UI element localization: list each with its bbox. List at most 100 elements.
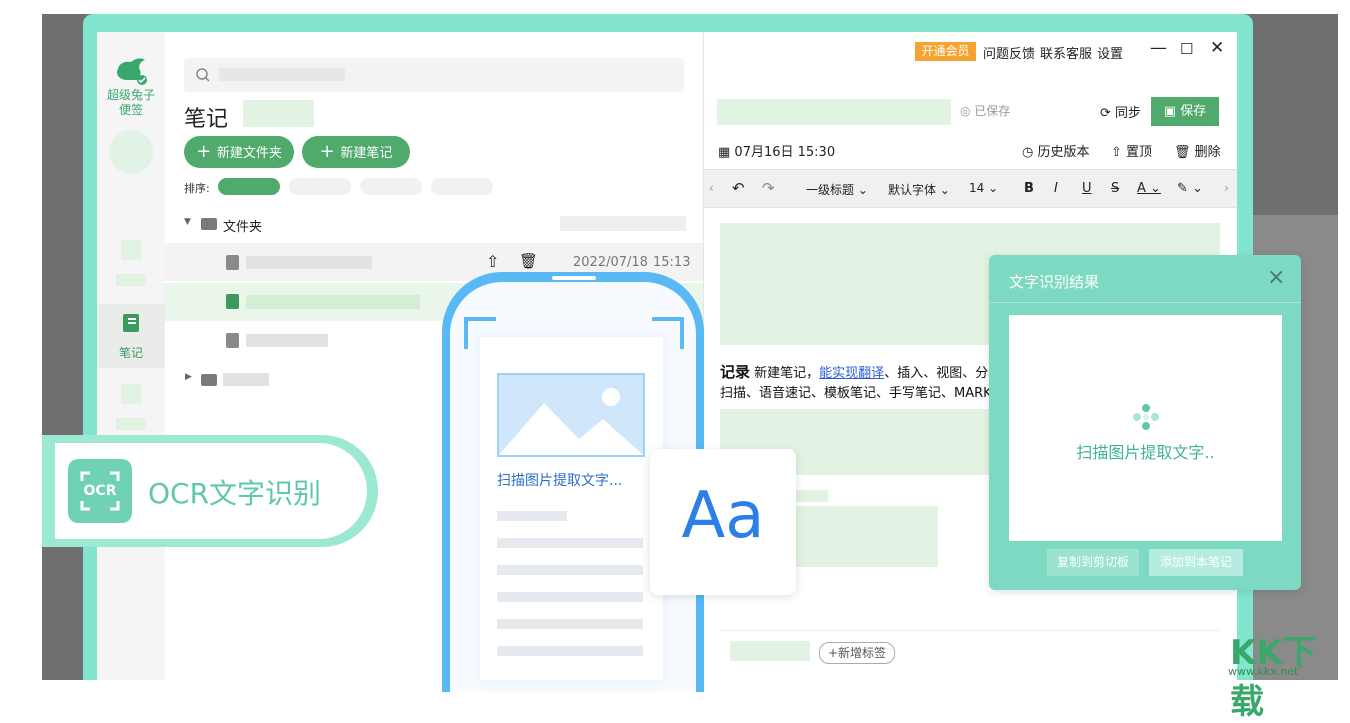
add-to-note-button[interactable]: 添加到本笔记 <box>1149 549 1243 576</box>
search-input[interactable] <box>184 58 684 92</box>
strikethrough-icon[interactable]: S <box>1111 181 1119 196</box>
saved-status: ◎ 已保存 <box>960 104 1011 118</box>
left-rail: 超级兔子 便签 笔记 <box>97 32 166 680</box>
pin-icon: ⇧ <box>1111 145 1127 160</box>
close-icon[interactable]: ✕ <box>1210 38 1224 58</box>
history-label: 历史版本 <box>1037 145 1090 160</box>
rail-item-icon-placeholder[interactable] <box>121 240 141 260</box>
sort-option[interactable] <box>431 178 493 195</box>
rail-item-icon-placeholder[interactable] <box>121 384 141 404</box>
avatar[interactable] <box>109 130 153 174</box>
pin-icon[interactable]: ⇧ <box>486 252 499 271</box>
font-size-label: 14 <box>969 181 985 195</box>
ocr-icon: OCR <box>68 459 132 523</box>
trash-icon: 🗑 <box>1174 145 1195 160</box>
scroll-right-icon[interactable]: › <box>1224 181 1229 195</box>
save-icon: ▣ <box>1163 104 1181 119</box>
content-link[interactable]: 能实现翻译 <box>819 366 884 381</box>
new-note-label: 新建笔记 <box>340 146 393 161</box>
settings-link[interactable]: 设置 <box>1097 43 1123 62</box>
pin-button[interactable]: ⇧ 置顶 <box>1111 141 1152 160</box>
save-label: 保存 <box>1180 104 1207 119</box>
trash-icon[interactable]: 🗑 <box>519 252 538 270</box>
new-folder-label: 新建文件夹 <box>216 146 282 161</box>
divider <box>720 630 1220 631</box>
rail-item-label-placeholder <box>116 418 146 430</box>
plus-icon: + <box>319 141 341 162</box>
font-sample-text: Aa <box>681 479 765 553</box>
notebook-icon <box>123 314 139 332</box>
history-button[interactable]: ◷ 历史版本 <box>1022 141 1090 160</box>
image-icon <box>497 373 645 457</box>
dialog-title: 文字识别结果 <box>1009 273 1100 291</box>
delete-button[interactable]: 🗑 删除 <box>1174 141 1221 160</box>
rabbit-logo-icon <box>117 58 147 85</box>
close-icon[interactable]: × <box>1267 267 1285 289</box>
note-icon <box>226 294 239 309</box>
new-folder-button[interactable]: + 新建文件夹 <box>184 136 294 168</box>
add-tag-button[interactable]: +新增标签 <box>819 642 896 664</box>
watermark-url: www.kkx.net <box>1228 665 1299 678</box>
note-date: 2022/07/18 <box>573 255 648 270</box>
app-name-line1: 超级兔子 <box>106 88 155 102</box>
redo-icon[interactable]: ↷ <box>762 179 775 197</box>
content-line-1: 记录 新建笔记，能实现翻译、插入、视图、分享、 <box>720 361 1014 382</box>
sort-option-active[interactable] <box>218 178 280 195</box>
feedback-link[interactable]: 问题反馈 <box>983 43 1035 62</box>
phone-notch <box>552 276 596 280</box>
underline-icon[interactable]: U <box>1082 181 1092 196</box>
divider <box>989 302 1301 303</box>
text-line-placeholder <box>497 538 643 548</box>
maximize-icon[interactable]: ☐ <box>1180 40 1193 58</box>
text-line-placeholder <box>497 646 643 656</box>
sort-option[interactable] <box>360 178 422 195</box>
scanning-status: 扫描图片提取文字.. <box>1076 443 1215 462</box>
page-title: 笔记 <box>184 107 229 132</box>
caret-right-icon: ▶ <box>185 372 192 382</box>
rail-notes-label: 笔记 <box>118 346 143 360</box>
undo-icon[interactable]: ↶ <box>732 179 745 197</box>
minimize-icon[interactable]: — <box>1150 38 1167 58</box>
history-icon: ◷ <box>1022 145 1038 160</box>
note-title-placeholder <box>246 256 372 269</box>
sync-button[interactable]: ⟳ 同步 <box>1100 102 1141 121</box>
sync-label: 同步 <box>1115 106 1142 121</box>
scroll-left-icon[interactable]: ‹ <box>709 181 714 195</box>
note-date-text: 07月16日 15:30 <box>734 145 836 160</box>
plus-icon: + <box>196 141 217 162</box>
ocr-label: OCR文字识别 <box>148 477 322 510</box>
font-select[interactable]: 默认字体 ⌄ <box>888 181 950 198</box>
dialog-body: 扫描图片提取文字.. <box>1009 315 1282 541</box>
tag-placeholder <box>730 641 810 661</box>
font-size-select[interactable]: 14 ⌄ <box>969 181 998 195</box>
note-time: 15:13 <box>653 255 691 270</box>
folder-row[interactable]: ▼ 文件夹 <box>165 205 703 243</box>
calendar-icon: ▦ <box>718 145 735 160</box>
search-placeholder <box>219 68 345 81</box>
save-button[interactable]: ▣ 保存 <box>1151 97 1219 126</box>
note-title-placeholder <box>246 334 328 347</box>
heading-label: 一级标题 <box>806 183 855 197</box>
sort-option[interactable] <box>289 178 351 195</box>
folder-label-placeholder <box>223 373 269 386</box>
content-line-2: 扫描、语音速记、模板笔记、手写笔记、MARKDOW <box>720 386 1025 401</box>
copy-to-clipboard-button[interactable]: 复制到剪切板 <box>1047 549 1139 576</box>
text-line-placeholder <box>497 565 643 575</box>
format-toolbar: ‹ ↶ ↷ 一级标题 ⌄ 默认字体 ⌄ 14 ⌄ B I U S A ⌄ ✎ ⌄… <box>704 169 1237 208</box>
new-note-button[interactable]: + 新建笔记 <box>302 136 410 168</box>
bold-icon[interactable]: B <box>1024 181 1034 196</box>
heading-select[interactable]: 一级标题 ⌄ <box>806 181 868 198</box>
italic-icon[interactable]: I <box>1054 181 1058 196</box>
note-icon <box>226 333 239 348</box>
folder-meta-placeholder <box>560 216 686 231</box>
folder-icon <box>201 218 217 230</box>
text-line-placeholder <box>497 511 567 521</box>
note-title-input[interactable] <box>717 99 951 125</box>
sync-icon: ⟳ <box>1100 106 1116 121</box>
content-placeholder <box>794 490 828 502</box>
sort-label: 排序: <box>184 182 210 195</box>
text-color-icon[interactable]: A ⌄ <box>1137 181 1161 196</box>
support-link[interactable]: 联系客服 <box>1040 43 1092 62</box>
highlight-icon[interactable]: ✎ ⌄ <box>1177 181 1203 196</box>
vip-button[interactable]: 开通会员 <box>915 42 976 61</box>
